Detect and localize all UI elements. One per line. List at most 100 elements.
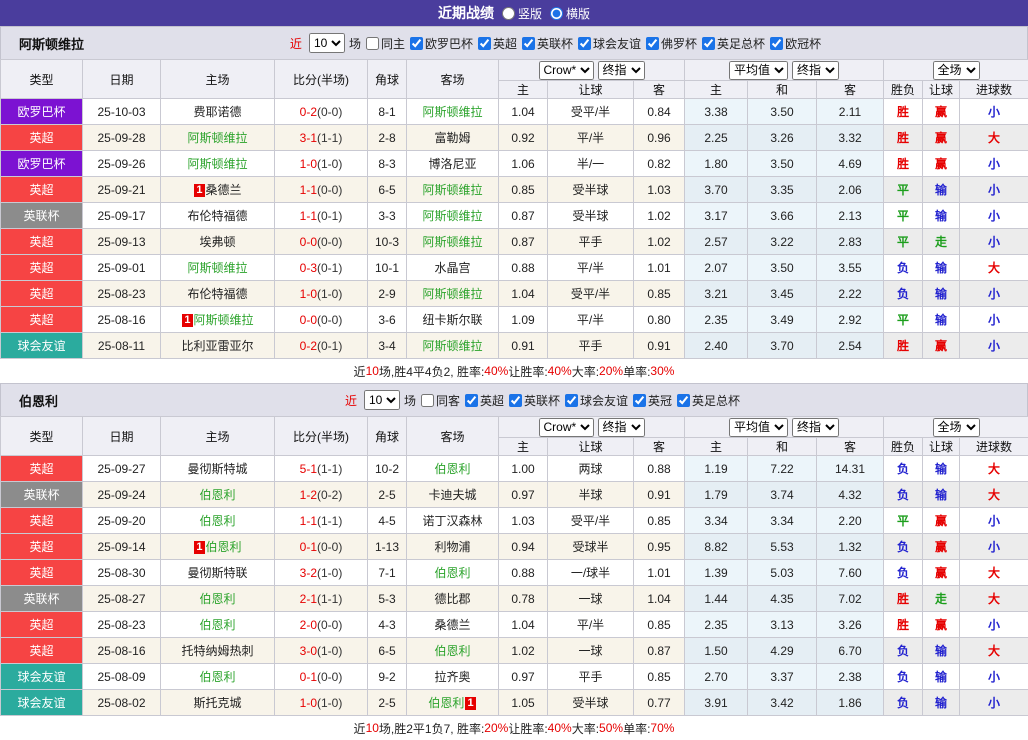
result-goals: 小	[960, 203, 1028, 229]
league-filter-0-6-checkbox[interactable]	[770, 37, 783, 50]
score[interactable]: 0-2(0-1)	[275, 333, 368, 359]
home-team[interactable]: 伯恩利	[161, 664, 275, 690]
home-team[interactable]: 1桑德兰	[161, 177, 275, 203]
odds-source-header: Crow*终指	[499, 60, 685, 81]
league-filter-0-4-checkbox[interactable]	[646, 37, 659, 50]
score[interactable]: 0-0(0-0)	[275, 229, 368, 255]
vertical-layout-radio[interactable]	[502, 7, 515, 20]
home-team[interactable]: 布伦特福德	[161, 203, 275, 229]
score[interactable]: 1-1(0-1)	[275, 203, 368, 229]
home-team[interactable]: 比利亚雷亚尔	[161, 333, 275, 359]
home-team[interactable]: 曼彻斯特城	[161, 456, 275, 482]
league-filter-1-3-checkbox[interactable]	[633, 394, 646, 407]
score[interactable]: 1-1(0-0)	[275, 177, 368, 203]
layout-radio-horizontal[interactable]: 横版	[550, 5, 590, 22]
league-filter-1-2-checkbox[interactable]	[565, 394, 578, 407]
scope-1-select[interactable]: 全场	[933, 418, 980, 437]
home-team[interactable]: 伯恩利	[161, 612, 275, 638]
away-team[interactable]: 桑德兰	[407, 612, 499, 638]
away-team[interactable]: 博洛尼亚	[407, 151, 499, 177]
home-team-name: 阿斯顿维拉	[194, 313, 254, 327]
score[interactable]: 3-2(1-0)	[275, 560, 368, 586]
league-filter-0-2-checkbox[interactable]	[522, 37, 535, 50]
away-team[interactable]: 德比郡	[407, 586, 499, 612]
score[interactable]: 0-2(0-0)	[275, 99, 368, 125]
score[interactable]: 1-0(1-0)	[275, 690, 368, 716]
home-team[interactable]: 布伦特福德	[161, 281, 275, 307]
away-team[interactable]: 富勒姆	[407, 125, 499, 151]
away-team[interactable]: 伯恩利1	[407, 690, 499, 716]
home-team[interactable]: 斯托克城	[161, 690, 275, 716]
league-filter-1-1-checkbox[interactable]	[509, 394, 522, 407]
home-team[interactable]: 托特纳姆热刺	[161, 638, 275, 664]
away-team[interactable]: 伯恩利	[407, 456, 499, 482]
avg-0-select[interactable]: 平均值	[729, 61, 788, 80]
league-filter-0-1-checkbox[interactable]	[478, 37, 491, 50]
away-team[interactable]: 阿斯顿维拉	[407, 229, 499, 255]
score[interactable]: 0-3(0-1)	[275, 255, 368, 281]
layout-radio-vertical[interactable]: 竖版	[502, 5, 542, 22]
away-team[interactable]: 卡迪夫城	[407, 482, 499, 508]
away-team[interactable]: 水晶宫	[407, 255, 499, 281]
score[interactable]: 2-1(1-1)	[275, 586, 368, 612]
avg-away: 7.60	[817, 560, 884, 586]
away-team[interactable]: 伯恩利	[407, 638, 499, 664]
home-team[interactable]: 伯恩利	[161, 508, 275, 534]
same-venue-1-checkbox[interactable]	[421, 394, 434, 407]
book-1-select[interactable]: Crow*	[539, 418, 594, 437]
recent-count-1-select[interactable]: 10	[364, 390, 400, 410]
home-team[interactable]: 埃弗顿	[161, 229, 275, 255]
match-row: 英联杯25-09-24伯恩利1-2(0-2)2-5卡迪夫城0.97半球0.911…	[1, 482, 1028, 508]
league-filter-1-0-checkbox[interactable]	[465, 394, 478, 407]
horizontal-layout-radio[interactable]	[550, 7, 563, 20]
avg-final-0-select[interactable]: 终指	[792, 61, 839, 80]
away-team[interactable]: 阿斯顿维拉	[407, 281, 499, 307]
score[interactable]: 5-1(1-1)	[275, 456, 368, 482]
score[interactable]: 0-1(0-0)	[275, 534, 368, 560]
match-row: 英超25-09-27曼彻斯特城5-1(1-1)10-2伯恩利1.00两球0.88…	[1, 456, 1028, 482]
home-team[interactable]: 阿斯顿维拉	[161, 151, 275, 177]
home-team[interactable]: 1伯恩利	[161, 534, 275, 560]
avg-away: 14.31	[817, 456, 884, 482]
result-goals: 大	[960, 456, 1028, 482]
avg-1-select[interactable]: 平均值	[729, 418, 788, 437]
score[interactable]: 1-1(1-1)	[275, 508, 368, 534]
away-team[interactable]: 拉齐奥	[407, 664, 499, 690]
scope-0-select[interactable]: 全场	[933, 61, 980, 80]
home-team[interactable]: 1阿斯顿维拉	[161, 307, 275, 333]
home-team[interactable]: 费耶诺德	[161, 99, 275, 125]
score[interactable]: 1-2(0-2)	[275, 482, 368, 508]
away-team[interactable]: 阿斯顿维拉	[407, 99, 499, 125]
book-final-1-select[interactable]: 终指	[598, 418, 645, 437]
score[interactable]: 0-0(0-0)	[275, 307, 368, 333]
away-team[interactable]: 阿斯顿维拉	[407, 177, 499, 203]
away-team[interactable]: 诺丁汉森林	[407, 508, 499, 534]
away-team[interactable]: 利物浦	[407, 534, 499, 560]
league-filter-0-3-checkbox[interactable]	[578, 37, 591, 50]
home-team[interactable]: 曼彻斯特联	[161, 560, 275, 586]
home-team[interactable]: 阿斯顿维拉	[161, 125, 275, 151]
league-filter-0-0-checkbox[interactable]	[410, 37, 423, 50]
league-filter-1-4-checkbox[interactable]	[677, 394, 690, 407]
avg-home: 3.70	[685, 177, 748, 203]
away-team[interactable]: 阿斯顿维拉	[407, 333, 499, 359]
score[interactable]: 3-1(1-1)	[275, 125, 368, 151]
score[interactable]: 2-0(0-0)	[275, 612, 368, 638]
away-team[interactable]: 纽卡斯尔联	[407, 307, 499, 333]
same-venue-1-label: 同客	[436, 392, 460, 409]
book-final-0-select[interactable]: 终指	[598, 61, 645, 80]
score[interactable]: 1-0(1-0)	[275, 281, 368, 307]
score[interactable]: 3-0(1-0)	[275, 638, 368, 664]
same-venue-0-checkbox[interactable]	[366, 37, 379, 50]
avg-final-1-select[interactable]: 终指	[792, 418, 839, 437]
home-team[interactable]: 伯恩利	[161, 482, 275, 508]
league-filter-0-5-checkbox[interactable]	[702, 37, 715, 50]
home-team[interactable]: 阿斯顿维拉	[161, 255, 275, 281]
away-team[interactable]: 伯恩利	[407, 560, 499, 586]
score[interactable]: 1-0(1-0)	[275, 151, 368, 177]
recent-count-0-select[interactable]: 10	[309, 33, 345, 53]
away-team[interactable]: 阿斯顿维拉	[407, 203, 499, 229]
home-team[interactable]: 伯恩利	[161, 586, 275, 612]
book-0-select[interactable]: Crow*	[539, 61, 594, 80]
score[interactable]: 0-1(0-0)	[275, 664, 368, 690]
